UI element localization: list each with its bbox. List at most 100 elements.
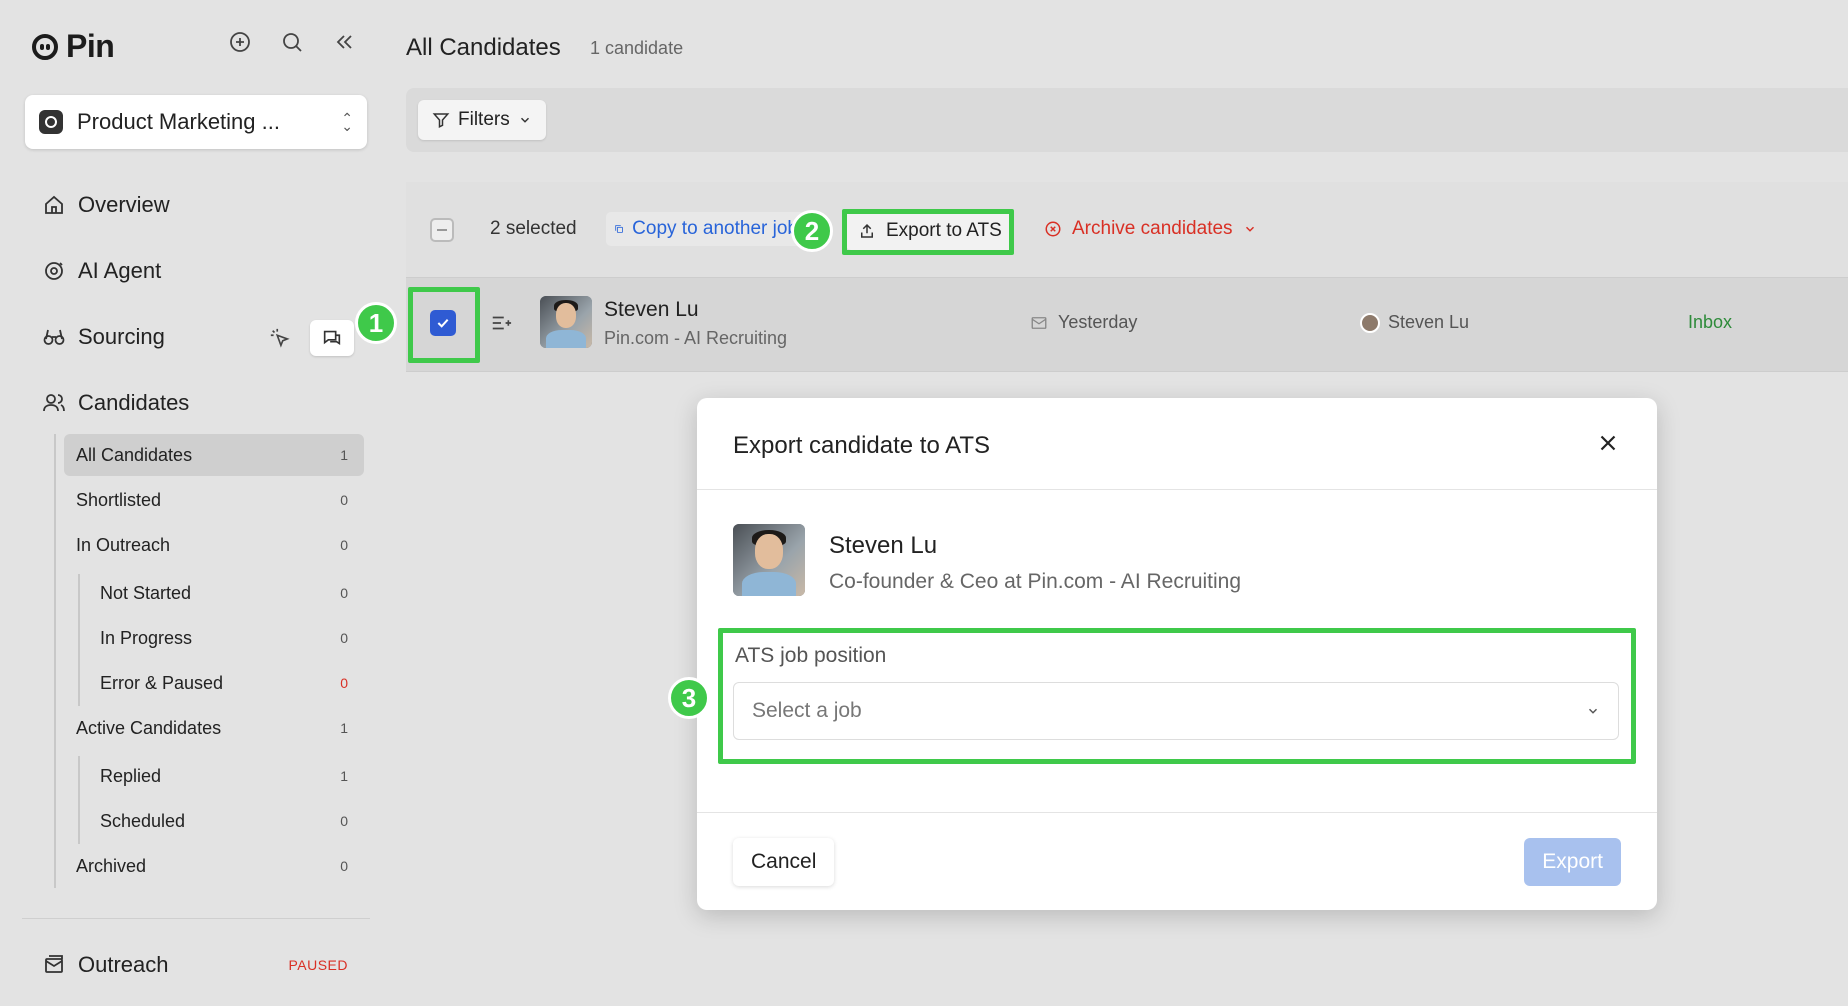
item-count: 1 (340, 447, 348, 463)
mail-icon (1031, 316, 1047, 329)
ai-agent-icon (45, 262, 63, 280)
nav-sourcing-label: Sourcing (78, 324, 165, 349)
sidebar-item-in-outreach[interactable]: In Outreach 0 (64, 524, 364, 566)
chevron-down-icon (1588, 708, 1598, 714)
sourcing-actions (258, 320, 354, 356)
nav-overview-label: Overview (78, 192, 170, 217)
nav-ai-agent[interactable]: AI Agent (42, 258, 161, 284)
select-all-checkbox[interactable] (430, 218, 454, 242)
export-to-ats-label: Export to ATS (886, 220, 1002, 241)
item-count: 0 (340, 630, 348, 646)
modal-candidate-name: Steven Lu (829, 532, 938, 559)
nav-outreach-label: Outreach (78, 952, 169, 977)
add-circle-icon[interactable] (228, 30, 252, 54)
job-selector[interactable]: Product Marketing ... ⌃ ⌄ (25, 95, 367, 149)
filter-icon (432, 113, 450, 128)
nav-outreach[interactable]: Outreach PAUSED (42, 952, 348, 978)
item-label: Active Candidates (76, 717, 222, 738)
cancel-button[interactable]: Cancel (733, 838, 835, 886)
nav-sourcing[interactable]: Sourcing (42, 324, 165, 350)
sidebar-top-actions (228, 30, 356, 54)
chevron-updown-icon: ⌃ ⌄ (341, 110, 353, 134)
modal-footer-divider (697, 812, 1657, 813)
binoculars-icon (43, 329, 65, 345)
candidate-company: Pin.com - AI Recruiting (604, 328, 788, 348)
item-count: 1 (340, 768, 348, 784)
copy-to-job-button[interactable]: Copy to another job (606, 212, 806, 246)
page-title: All Candidates (406, 34, 561, 61)
filters-label: Filters (458, 109, 510, 130)
archive-candidates-button[interactable]: Archive candidates (1044, 212, 1257, 246)
sidebar-item-in-progress[interactable]: In Progress 0 (88, 617, 364, 659)
sidebar-item-not-started[interactable]: Not Started 0 (88, 572, 364, 614)
item-label: In Outreach (76, 534, 171, 555)
ats-job-select[interactable]: Select a job (733, 682, 1619, 740)
item-count: 1 (340, 720, 348, 736)
item-label: Error & Paused (100, 672, 224, 693)
item-count: 0 (340, 585, 348, 601)
item-count: 0 (340, 537, 348, 553)
export-button[interactable]: Export (1524, 838, 1621, 886)
mail-stack-icon (45, 955, 63, 973)
tree-line (78, 574, 80, 706)
item-label: Not Started (100, 582, 192, 603)
owner-name: Steven Lu (1388, 312, 1470, 332)
modal-title: Export candidate to ATS (733, 432, 991, 459)
sidebar: Pin Product Marketing ... ⌃ ⌄ Overview AI… (0, 0, 370, 1006)
export-modal: Export candidate to ATS Steven Lu Co-fou… (697, 398, 1657, 910)
check-icon (437, 318, 449, 328)
sidebar-item-replied[interactable]: Replied 1 (88, 755, 364, 797)
filters-button[interactable]: Filters (418, 100, 546, 140)
candidate-avatar (540, 296, 592, 348)
tree-line (78, 756, 80, 844)
people-icon (43, 394, 65, 412)
x-circle-icon (1045, 221, 1061, 237)
item-count: 0 (340, 492, 348, 508)
export-to-ats-button[interactable]: Export to ATS (846, 212, 1014, 250)
item-label: Replied (100, 765, 162, 786)
upload-icon (861, 223, 873, 238)
nav-candidates-label: Candidates (78, 390, 190, 415)
tree-line (54, 434, 56, 888)
row-checkbox[interactable] (430, 310, 456, 336)
chevron-down-icon (520, 117, 529, 123)
sidebar-item-shortlisted[interactable]: Shortlisted 0 (64, 479, 364, 521)
sidebar-item-error-paused[interactable]: Error & Paused 0 (88, 662, 364, 704)
app-name: Pin (66, 28, 115, 64)
last-activity: Yesterday (1030, 312, 1137, 333)
sidebar-item-all-candidates[interactable]: All Candidates 1 (64, 434, 364, 476)
logo[interactable]: Pin (32, 28, 115, 65)
item-label: Archived (76, 855, 147, 876)
item-count: 0 (340, 858, 348, 874)
filters-bar (406, 88, 1848, 152)
selected-count: 2 selected (490, 218, 577, 239)
sidebar-divider (22, 918, 370, 919)
archive-candidates-label: Archive candidates (1072, 218, 1233, 239)
add-to-list-icon[interactable] (490, 312, 512, 339)
close-icon[interactable] (1595, 430, 1621, 456)
item-label: In Progress (100, 627, 193, 648)
copy-icon (615, 225, 623, 233)
home-icon (45, 195, 63, 214)
search-icon[interactable] (280, 30, 304, 54)
collapse-sidebar-icon[interactable] (332, 30, 356, 54)
chevron-down-icon (1245, 226, 1254, 232)
owner-avatar (1360, 312, 1380, 333)
candidate-stage[interactable]: Inbox (1688, 312, 1732, 333)
nav-candidates[interactable]: Candidates (42, 390, 189, 416)
job-icon (39, 110, 63, 134)
outreach-status-badge: PAUSED (288, 957, 348, 973)
sidebar-item-scheduled[interactable]: Scheduled 0 (88, 800, 364, 842)
sidebar-item-archived[interactable]: Archived 0 (64, 845, 364, 887)
candidate-name[interactable]: Steven Lu (604, 298, 699, 322)
nav-ai-agent-label: AI Agent (78, 258, 162, 283)
item-label: Shortlisted (76, 489, 162, 510)
chat-icon[interactable] (310, 320, 354, 356)
cursor-click-icon[interactable] (258, 320, 302, 356)
pin-logo-icon (32, 33, 58, 60)
modal-candidate-avatar (733, 524, 805, 596)
sidebar-item-active-candidates[interactable]: Active Candidates 1 (64, 707, 364, 749)
item-count: 0 (340, 813, 348, 829)
modal-candidate-role: Co-founder & Ceo at Pin.com - AI Recruit… (829, 570, 1242, 593)
nav-overview[interactable]: Overview (42, 192, 170, 218)
